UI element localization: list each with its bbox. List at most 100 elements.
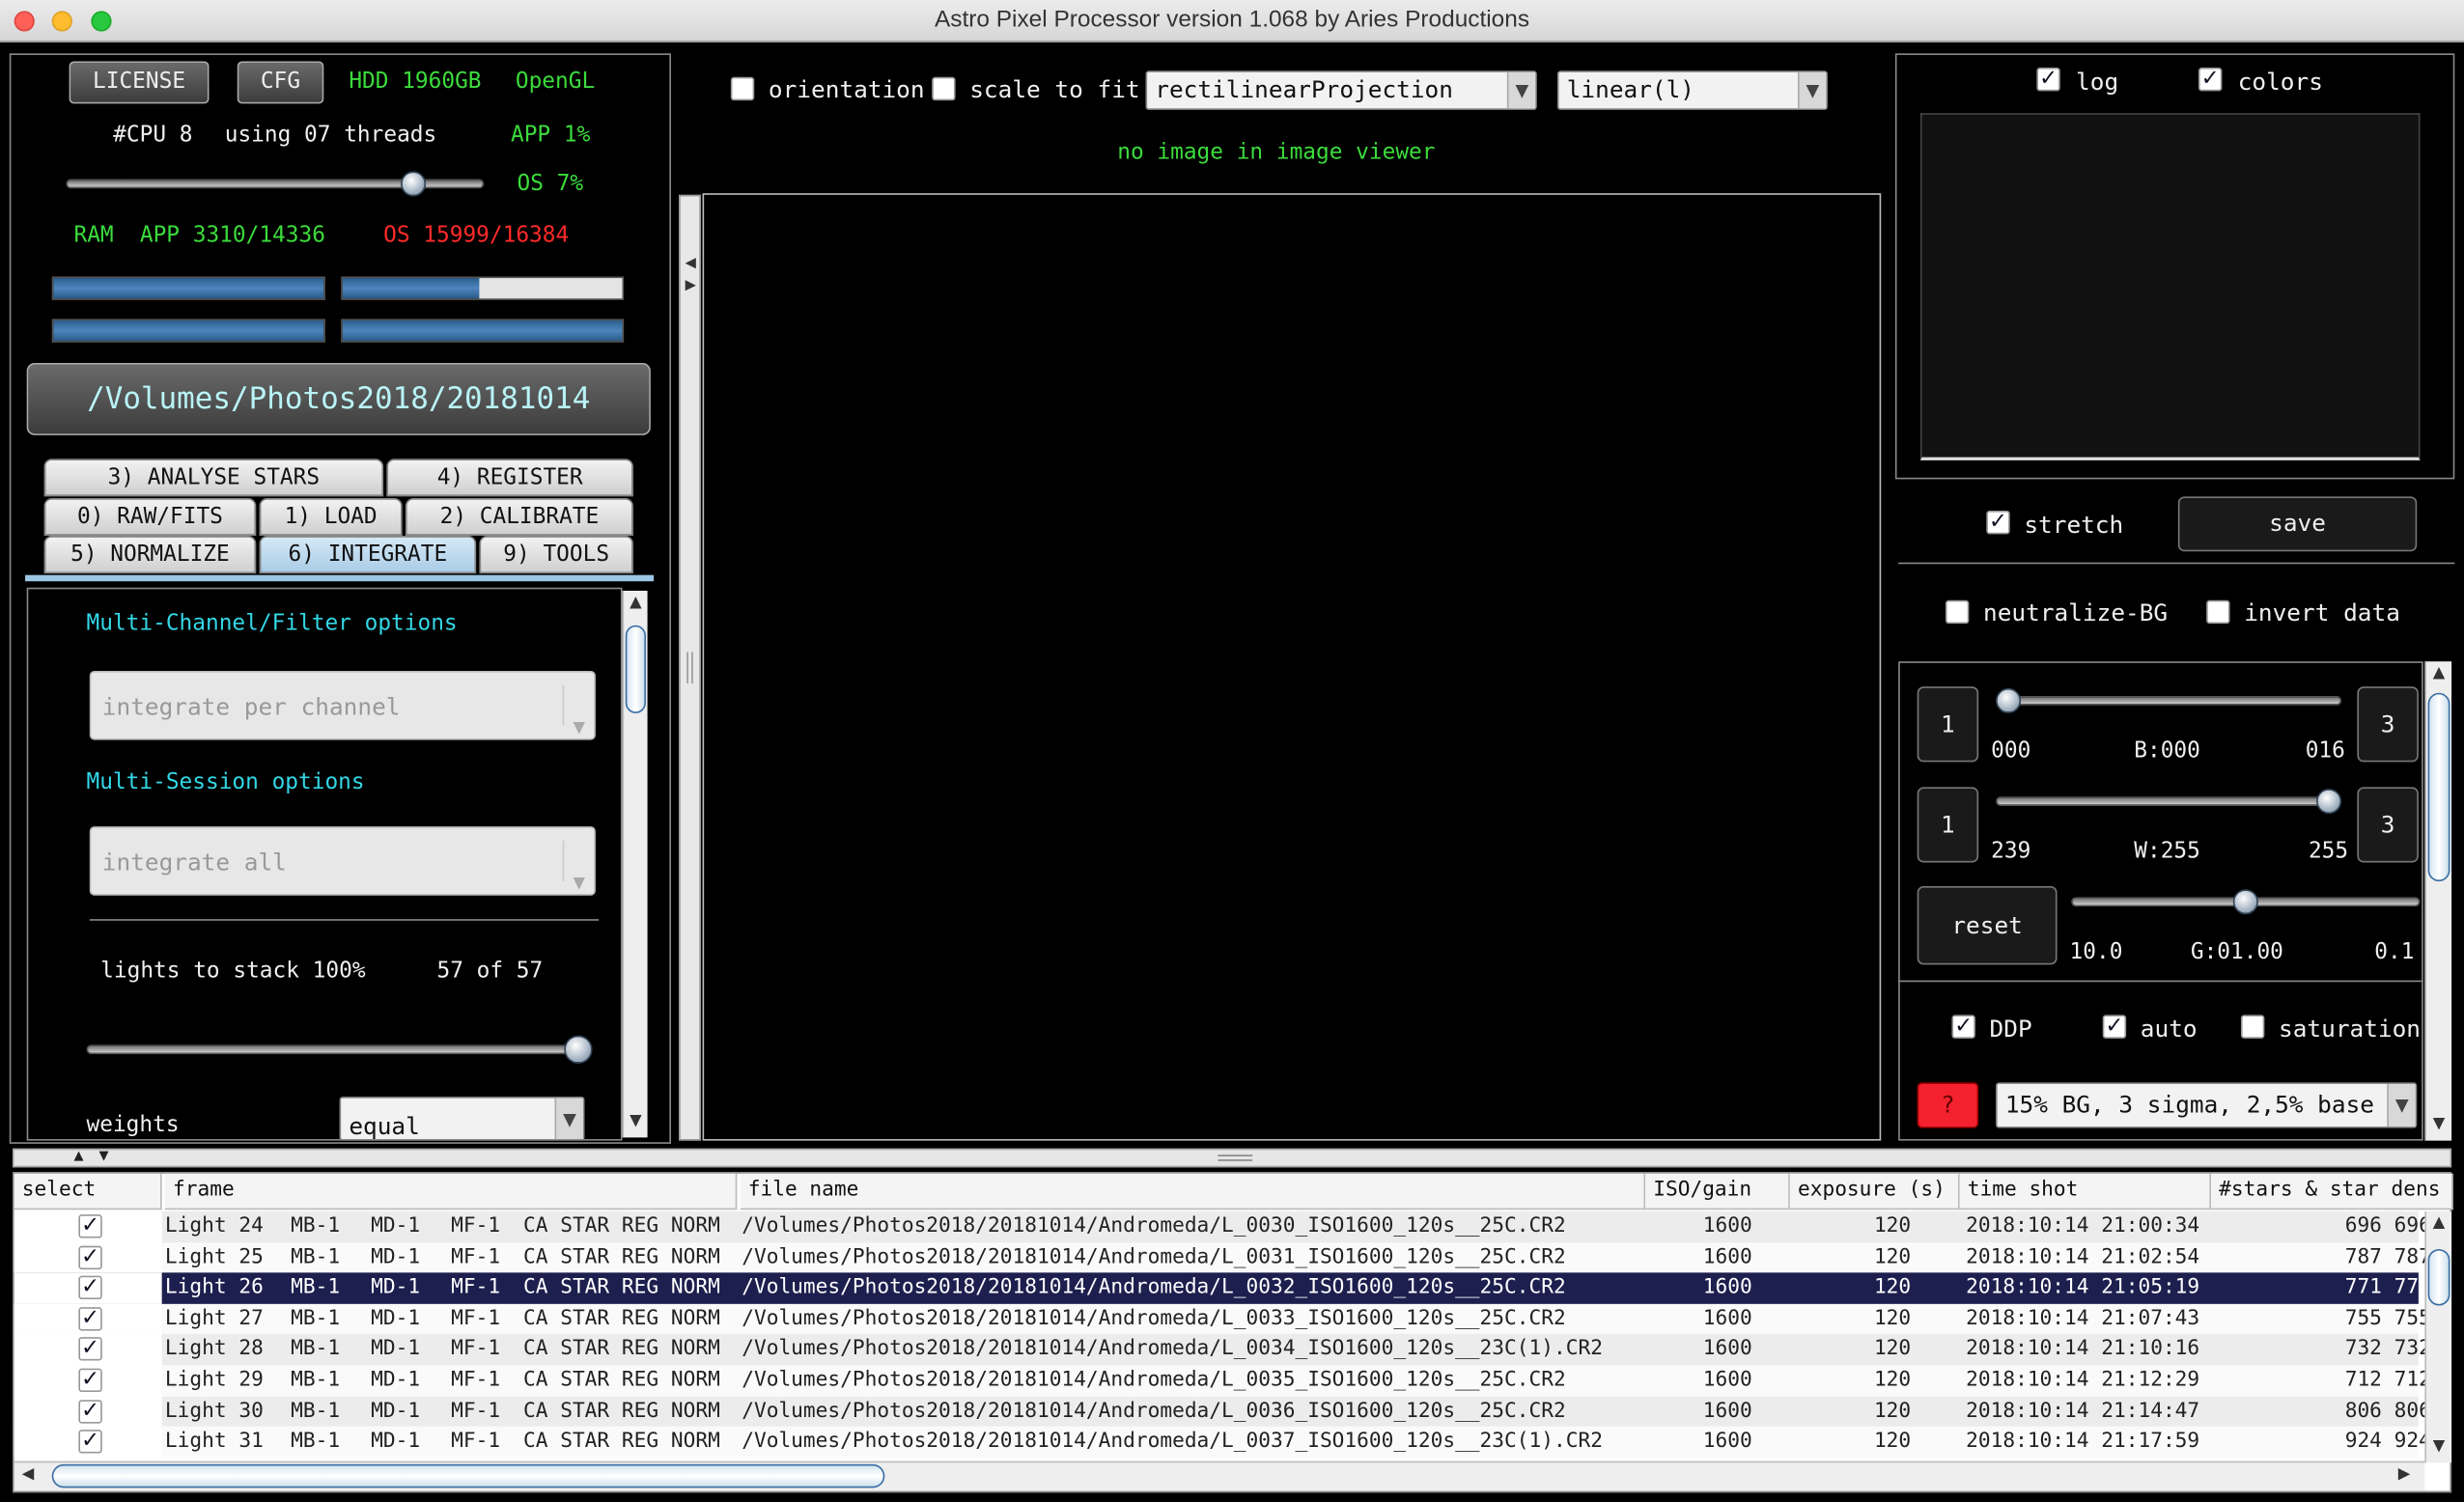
tab-analyse-stars[interactable]: 3) ANALYSE STARS: [43, 459, 384, 497]
log-checkbox[interactable]: ✓: [2036, 68, 2060, 92]
gamma-knob[interactable]: [2232, 889, 2258, 915]
row-select-checkbox[interactable]: ✓: [78, 1368, 102, 1393]
splitter-grip[interactable]: [1218, 1154, 1253, 1161]
scroll-down-icon[interactable]: ▼: [624, 1112, 647, 1134]
table-vertical-scrollbar[interactable]: ▲ ▼: [2424, 1210, 2452, 1463]
row-exposure: 120: [1873, 1430, 1912, 1454]
threads-slider-knob[interactable]: [400, 171, 426, 197]
stretch-function-select[interactable]: linear(l) ▼: [1556, 70, 1828, 110]
scroll-down-icon[interactable]: ▼: [2426, 1116, 2451, 1138]
working-directory-button[interactable]: /Volumes/Photos2018/20181014: [26, 362, 651, 435]
column-header-iso-gain[interactable]: ISO/gain: [1645, 1173, 1790, 1210]
table-hscroll-thumb[interactable]: [51, 1463, 885, 1488]
chevron-right-icon[interactable]: ▶: [686, 278, 696, 293]
row-file: /Volumes/Photos2018/20181014/Andromeda/L…: [742, 1245, 1566, 1269]
column-header-exposure[interactable]: exposure (s): [1789, 1173, 1960, 1210]
colors-checkbox[interactable]: ✓: [2198, 68, 2223, 92]
saturation-checkbox[interactable]: [2240, 1015, 2265, 1039]
tab-tools[interactable]: 9) TOOLS: [479, 536, 633, 574]
table-vscroll-thumb[interactable]: [2427, 1248, 2450, 1306]
lights-to-stack-knob[interactable]: [564, 1035, 593, 1064]
chevron-left-icon[interactable]: ◀: [686, 256, 696, 271]
table-row[interactable]: ✓ Light 24 MB-1 MD-1 MF-1 CA STAR REG NORM/Vo…: [14, 1210, 2431, 1242]
image-viewer[interactable]: [702, 193, 1882, 1141]
table-row[interactable]: ✓ Light 29 MB-1 MD-1 MF-1 CA STAR REG NORM/Vo…: [14, 1365, 2431, 1397]
auto-checkbox[interactable]: ✓: [2102, 1015, 2127, 1039]
tab-raw-fits[interactable]: 0) RAW/FITS: [43, 497, 257, 537]
tab-normalize[interactable]: 5) NORMALIZE: [43, 536, 257, 574]
cfg-button[interactable]: CFG: [237, 61, 324, 104]
row-mf: MF-1: [451, 1368, 501, 1393]
reset-button[interactable]: reset: [1917, 885, 2058, 965]
row-select-checkbox[interactable]: ✓: [78, 1338, 102, 1362]
tab-load[interactable]: 1) LOAD: [259, 497, 403, 537]
scale-to-fit-label: scale to fit: [969, 75, 1140, 104]
stretch-label: stretch: [2024, 510, 2124, 540]
black-point-knob[interactable]: [1996, 687, 2022, 713]
select-cell: ✓: [14, 1303, 162, 1335]
select-cell: ✓: [14, 1210, 162, 1242]
scroll-up-icon[interactable]: ▲: [624, 594, 647, 616]
scroll-up-icon[interactable]: ▲: [2426, 1214, 2451, 1237]
column-header-select[interactable]: select: [14, 1173, 162, 1210]
column-header-stars[interactable]: #stars & star dens: [2211, 1173, 2453, 1210]
horizontal-splitter[interactable]: ▲ ▼: [13, 1148, 2452, 1168]
orientation-checkbox[interactable]: [730, 76, 755, 101]
options-scroll-thumb[interactable]: [625, 625, 646, 713]
black-point-decrease-button[interactable]: 1: [1917, 686, 1979, 763]
scroll-left-icon[interactable]: ◀: [22, 1466, 35, 1484]
column-header-frame[interactable]: frame: [164, 1173, 738, 1210]
help-button[interactable]: ?: [1917, 1082, 1979, 1128]
table-row[interactable]: ✓ Light 27 MB-1 MD-1 MF-1 CA STAR REG NORM/Vo…: [14, 1303, 2431, 1335]
splitter-grip[interactable]: [686, 652, 693, 684]
scroll-right-icon[interactable]: ▶: [2398, 1466, 2411, 1484]
save-button[interactable]: save: [2177, 496, 2418, 552]
scroll-up-icon[interactable]: ▲: [2426, 664, 2451, 686]
white-point-decrease-button[interactable]: 1: [1917, 787, 1979, 863]
white-point-increase-button[interactable]: 3: [2357, 787, 2419, 863]
viewer-splitter[interactable]: ◀ ▶: [679, 194, 701, 1141]
levels-scrollbar[interactable]: ▲ ▼: [2424, 661, 2452, 1141]
chevron-down-icon[interactable]: ▼: [99, 1149, 109, 1163]
column-header-file-name[interactable]: file name: [740, 1173, 1646, 1210]
row-select-checkbox[interactable]: ✓: [78, 1214, 102, 1238]
weights-select[interactable]: equal ▼: [339, 1097, 585, 1141]
projection-select[interactable]: rectilinearProjection ▼: [1145, 70, 1537, 110]
table-row[interactable]: ✓ Light 26 MB-1 MD-1 MF-1 CA STAR REG NORM/Vo…: [14, 1272, 2431, 1304]
table-horizontal-scrollbar[interactable]: ◀ ▶: [14, 1460, 2425, 1491]
divider: [1898, 562, 2455, 565]
row-frame: Light 28: [164, 1337, 264, 1362]
black-point-increase-button[interactable]: 3: [2357, 686, 2419, 763]
tab-integrate[interactable]: 6) INTEGRATE: [259, 536, 477, 574]
tab-register[interactable]: 4) REGISTER: [386, 459, 633, 497]
row-frame: Light 24: [164, 1214, 264, 1238]
tab-calibrate[interactable]: 2) CALIBRATE: [405, 497, 633, 537]
black-point-slider[interactable]: [1996, 696, 2342, 706]
stretch-checkbox[interactable]: ✓: [1986, 510, 2010, 535]
row-select-checkbox[interactable]: ✓: [78, 1245, 102, 1269]
row-select-checkbox[interactable]: ✓: [78, 1430, 102, 1454]
row-select-checkbox[interactable]: ✓: [78, 1276, 102, 1300]
stretch-preset-select[interactable]: 15% BG, 3 sigma, 2,5% base ▼: [1996, 1082, 2418, 1128]
table-row[interactable]: ✓ Light 28 MB-1 MD-1 MF-1 CA STAR REG NORM/Vo…: [14, 1334, 2431, 1366]
table-row[interactable]: ✓ Light 30 MB-1 MD-1 MF-1 CA STAR REG NORM/Vo…: [14, 1396, 2431, 1428]
scale-to-fit-checkbox[interactable]: [932, 76, 956, 101]
table-row[interactable]: ✓ Light 31 MB-1 MD-1 MF-1 CA STAR REG NORM/Vo…: [14, 1427, 2431, 1459]
table-row[interactable]: ✓ Light 25 MB-1 MD-1 MF-1 CA STAR REG NORM/Vo…: [14, 1241, 2431, 1273]
white-point-slider[interactable]: [1996, 796, 2342, 806]
scroll-down-icon[interactable]: ▼: [2426, 1437, 2451, 1460]
row-select-checkbox[interactable]: ✓: [78, 1306, 102, 1331]
neutralize-bg-checkbox[interactable]: [1945, 599, 1970, 625]
options-scrollbar[interactable]: ▲ ▼: [622, 590, 648, 1138]
invert-data-checkbox[interactable]: [2206, 599, 2230, 625]
ddp-checkbox[interactable]: ✓: [1951, 1015, 1975, 1039]
row-time: 2018:10:14 21:10:16: [1966, 1337, 2200, 1362]
levels-scroll-thumb[interactable]: [2427, 692, 2450, 882]
chevron-up-icon[interactable]: ▲: [73, 1149, 83, 1163]
license-button[interactable]: LICENSE: [69, 61, 210, 104]
white-point-knob[interactable]: [2316, 789, 2342, 815]
row-mb: MB-1: [291, 1399, 341, 1423]
row-select-checkbox[interactable]: ✓: [78, 1400, 102, 1423]
column-header-time-shot[interactable]: time shot: [1959, 1173, 2212, 1210]
lights-to-stack-slider[interactable]: [86, 1044, 587, 1055]
